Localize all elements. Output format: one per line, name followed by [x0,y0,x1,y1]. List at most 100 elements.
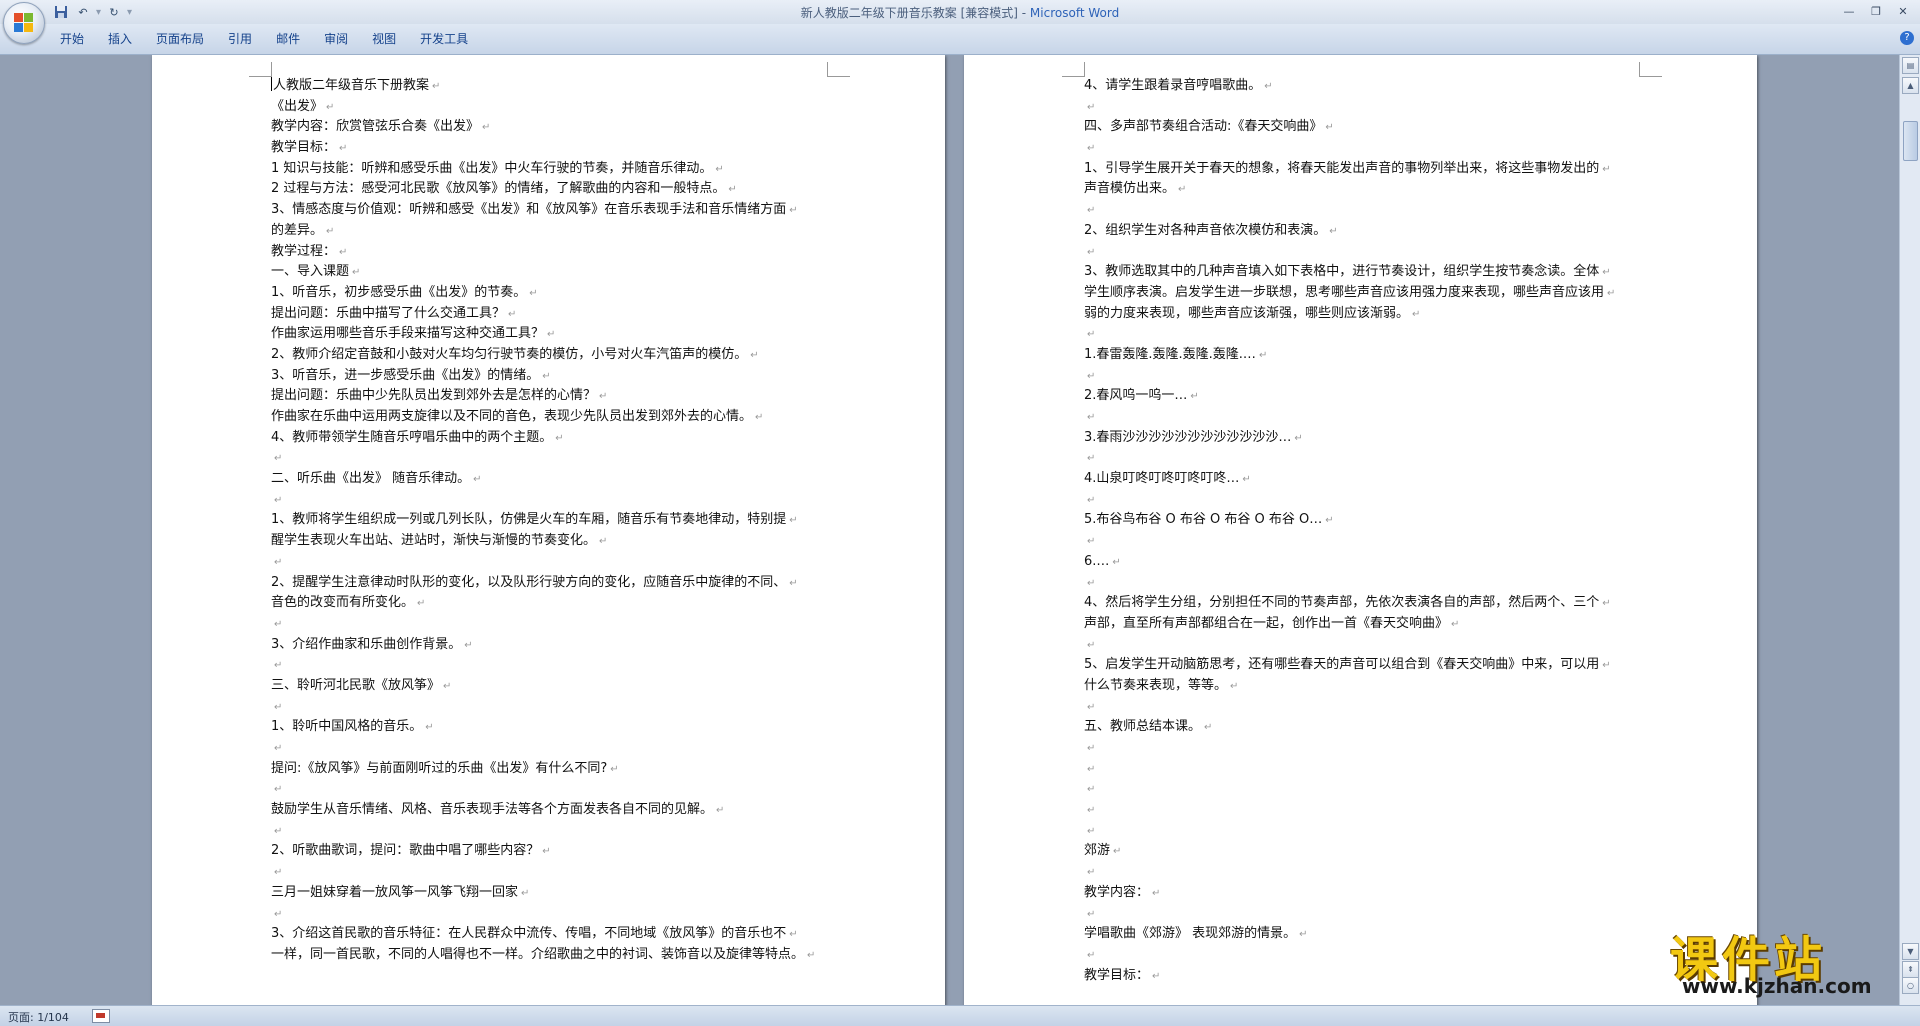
text-line[interactable] [1084,738,1654,759]
tab-mailings[interactable]: 邮件 [264,30,312,48]
tab-home[interactable]: 开始 [48,30,96,48]
text-line[interactable] [271,821,841,842]
document-area[interactable]: 人教版二年级音乐下册教案《出发》教学内容：欣赏管弦乐合奏《出发》教学目标：1 知… [0,55,1900,1005]
text-line[interactable] [271,697,841,718]
text-line[interactable]: 3、教师选取其中的几种声音填入如下表格中，进行节奏设计，组织学生按节奏念读。全体 [1084,262,1654,283]
text-line[interactable] [1084,97,1654,118]
text-line[interactable] [1084,759,1654,780]
text-line[interactable]: 2、组织学生对各种声音依次模仿和表演。 [1084,221,1654,242]
vertical-scrollbar[interactable]: ▤ ▲ ▼ ⇞ ○ [1899,55,1920,1005]
ruler-toggle-icon[interactable]: ▤ [1902,57,1919,74]
text-line[interactable]: 醒学生表现火车出站、进站时，渐快与渐慢的节奏变化。 [271,531,841,552]
text-line[interactable]: 学唱歌曲《郊游》 表现郊游的情景。 [1084,924,1654,945]
text-line[interactable]: 3、情感态度与价值观：听辨和感受《出发》和《放风筝》在音乐表现手法和音乐情绪方面 [271,200,841,221]
text-line[interactable]: 1 知识与技能：听辨和感受乐曲《出发》中火车行驶的节奏，并随音乐律动。 [271,159,841,180]
text-line[interactable]: 鼓励学生从音乐情绪、风格、音乐表现手法等各个方面发表各自不同的见解。 [271,800,841,821]
text-line[interactable] [271,779,841,800]
scroll-up-icon[interactable]: ▲ [1902,77,1919,94]
text-line[interactable]: 三、聆听河北民歌《放风筝》 [271,676,841,697]
text-line[interactable]: 一样，同一首民歌，不同的人唱得也不一样。介绍歌曲之中的衬词、装饰音以及旋律等特点… [271,945,841,966]
text-line[interactable]: 教学内容： [1084,883,1654,904]
text-line[interactable]: 1、聆听中国风格的音乐。 [271,717,841,738]
text-line[interactable]: 音色的改变而有所变化。 [271,593,841,614]
restore-icon[interactable]: ❐ [1863,2,1889,20]
text-line[interactable]: 声音模仿出来。 [1084,179,1654,200]
text-line[interactable]: 4、教师带领学生随音乐哼唱乐曲中的两个主题。 [271,428,841,449]
text-line[interactable]: 郊游 [1084,841,1654,862]
text-line[interactable] [1084,138,1654,159]
text-line[interactable]: 提出问题：乐曲中描写了什么交通工具？ [271,304,841,325]
text-line[interactable]: 学生顺序表演。启发学生进一步联想，思考哪些声音应该用强力度来表现，哪些声音应该用 [1084,283,1654,304]
text-line[interactable] [271,655,841,676]
text-line[interactable] [1084,862,1654,883]
text-line[interactable] [271,738,841,759]
text-line[interactable]: 4.山泉叮咚叮咚叮咚叮咚… [1084,469,1654,490]
text-line[interactable]: 2、教师介绍定音鼓和小鼓对火车均匀行驶节奏的模仿，小号对火车汽笛声的模仿。 [271,345,841,366]
text-line[interactable] [1084,490,1654,511]
text-line[interactable] [1084,531,1654,552]
text-line[interactable]: 3、听音乐，进一步感受乐曲《出发》的情绪。 [271,366,841,387]
minimize-icon[interactable]: — [1836,2,1862,20]
proofing-status-icon[interactable] [92,1009,110,1023]
text-line[interactable]: 4、请学生跟着录音哼唱歌曲。 [1084,76,1654,97]
text-line[interactable]: 作曲家在乐曲中运用两支旋律以及不同的音色，表现少先队员出发到郊外去的心情。 [271,407,841,428]
page-1-text[interactable]: 人教版二年级音乐下册教案《出发》教学内容：欣赏管弦乐合奏《出发》教学目标：1 知… [271,76,841,966]
text-line[interactable]: 教学过程： [271,242,841,263]
text-line[interactable]: 的差异。 [271,221,841,242]
text-line[interactable]: 1、教师将学生组织成一列或几列长队，仿佛是火车的车厢，随音乐有节奏地律动，特别提 [271,510,841,531]
text-line[interactable]: 三月一姐妹穿着一放风筝一风筝飞翔一回家 [271,883,841,904]
text-line[interactable] [1084,697,1654,718]
text-line[interactable] [1084,324,1654,345]
text-line[interactable]: 2、提醒学生注意律动时队形的变化，以及队形行驶方向的变化，应随音乐中旋律的不同、 [271,573,841,594]
text-line[interactable]: 5.布谷鸟布谷 O 布谷 O 布谷 O 布谷 O… [1084,510,1654,531]
text-line[interactable] [271,552,841,573]
text-line[interactable]: 一、导入课题 [271,262,841,283]
text-line[interactable]: 四、多声部节奏组合活动:《春天交响曲》 [1084,117,1654,138]
page-2-text[interactable]: 4、请学生跟着录音哼唱歌曲。四、多声部节奏组合活动:《春天交响曲》 1、引导学生展… [1084,76,1654,986]
close-icon[interactable]: ✕ [1890,2,1916,20]
text-line[interactable]: 3、介绍作曲家和乐曲创作背景。 [271,635,841,656]
text-line[interactable] [271,448,841,469]
page-counter[interactable]: 页面: 1/104 [8,1009,69,1025]
text-line[interactable] [271,904,841,925]
text-line[interactable] [1084,904,1654,925]
text-line[interactable]: 1、引导学生展开关于春天的想象，将春天能发出声音的事物列举出来，将这些事物发出的 [1084,159,1654,180]
text-line[interactable]: 什么节奏来表现，等等。 [1084,676,1654,697]
text-line[interactable]: 《出发》 [271,97,841,118]
text-line[interactable] [1084,945,1654,966]
text-line[interactable]: 2、听歌曲歌词，提问：歌曲中唱了哪些内容？ [271,841,841,862]
text-line[interactable]: 作曲家运用哪些音乐手段来描写这种交通工具？ [271,324,841,345]
tab-view[interactable]: 视图 [360,30,408,48]
text-line[interactable] [1084,242,1654,263]
tab-insert[interactable]: 插入 [96,30,144,48]
tab-references[interactable]: 引用 [216,30,264,48]
text-line[interactable]: 教学目标： [271,138,841,159]
tab-page-layout[interactable]: 页面布局 [144,30,216,48]
text-line[interactable]: 提出问题：乐曲中少先队员出发到郊外去是怎样的心情？ [271,386,841,407]
tab-review[interactable]: 审阅 [312,30,360,48]
text-line[interactable]: 2 过程与方法：感受河北民歌《放风筝》的情绪，了解歌曲的内容和一般特点。 [271,179,841,200]
text-line[interactable]: 6.… [1084,552,1654,573]
text-line[interactable] [1084,800,1654,821]
text-line[interactable] [1084,407,1654,428]
text-line[interactable]: 5、启发学生开动脑筋思考，还有哪些春天的声音可以组合到《春天交响曲》中来，可以用 [1084,655,1654,676]
text-line[interactable] [1084,573,1654,594]
document-page-1[interactable]: 人教版二年级音乐下册教案《出发》教学内容：欣赏管弦乐合奏《出发》教学目标：1 知… [152,55,945,1005]
text-line[interactable] [1084,779,1654,800]
text-line[interactable]: 二、听乐曲《出发》 随音乐律动。 [271,469,841,490]
office-button[interactable] [3,2,45,44]
text-line[interactable]: 1.春雷轰隆.轰隆.轰隆.轰隆.… [1084,345,1654,366]
text-line[interactable]: 4、然后将学生分组，分别担任不同的节奏声部，先依次表演各自的声部，然后两个、三个 [1084,593,1654,614]
text-line[interactable]: 3、介绍这首民歌的音乐特征：在人民群众中流传、传唱，不同地域《放风筝》的音乐也不 [271,924,841,945]
tab-developer[interactable]: 开发工具 [408,30,480,48]
text-line[interactable] [271,490,841,511]
text-line[interactable] [271,614,841,635]
text-line[interactable]: 声部，直至所有声部都组合在一起，创作出一首《春天交响曲》 [1084,614,1654,635]
text-line[interactable]: 人教版二年级音乐下册教案 [271,76,841,97]
document-page-2[interactable]: 4、请学生跟着录音哼唱歌曲。四、多声部节奏组合活动:《春天交响曲》 1、引导学生展… [964,55,1757,1005]
text-line[interactable] [1084,635,1654,656]
text-line[interactable]: 教学目标： [1084,966,1654,987]
text-line[interactable]: 弱的力度来表现，哪些声音应该渐强，哪些则应该渐弱。 [1084,304,1654,325]
help-icon[interactable]: ? [1900,31,1914,45]
text-line[interactable] [1084,821,1654,842]
